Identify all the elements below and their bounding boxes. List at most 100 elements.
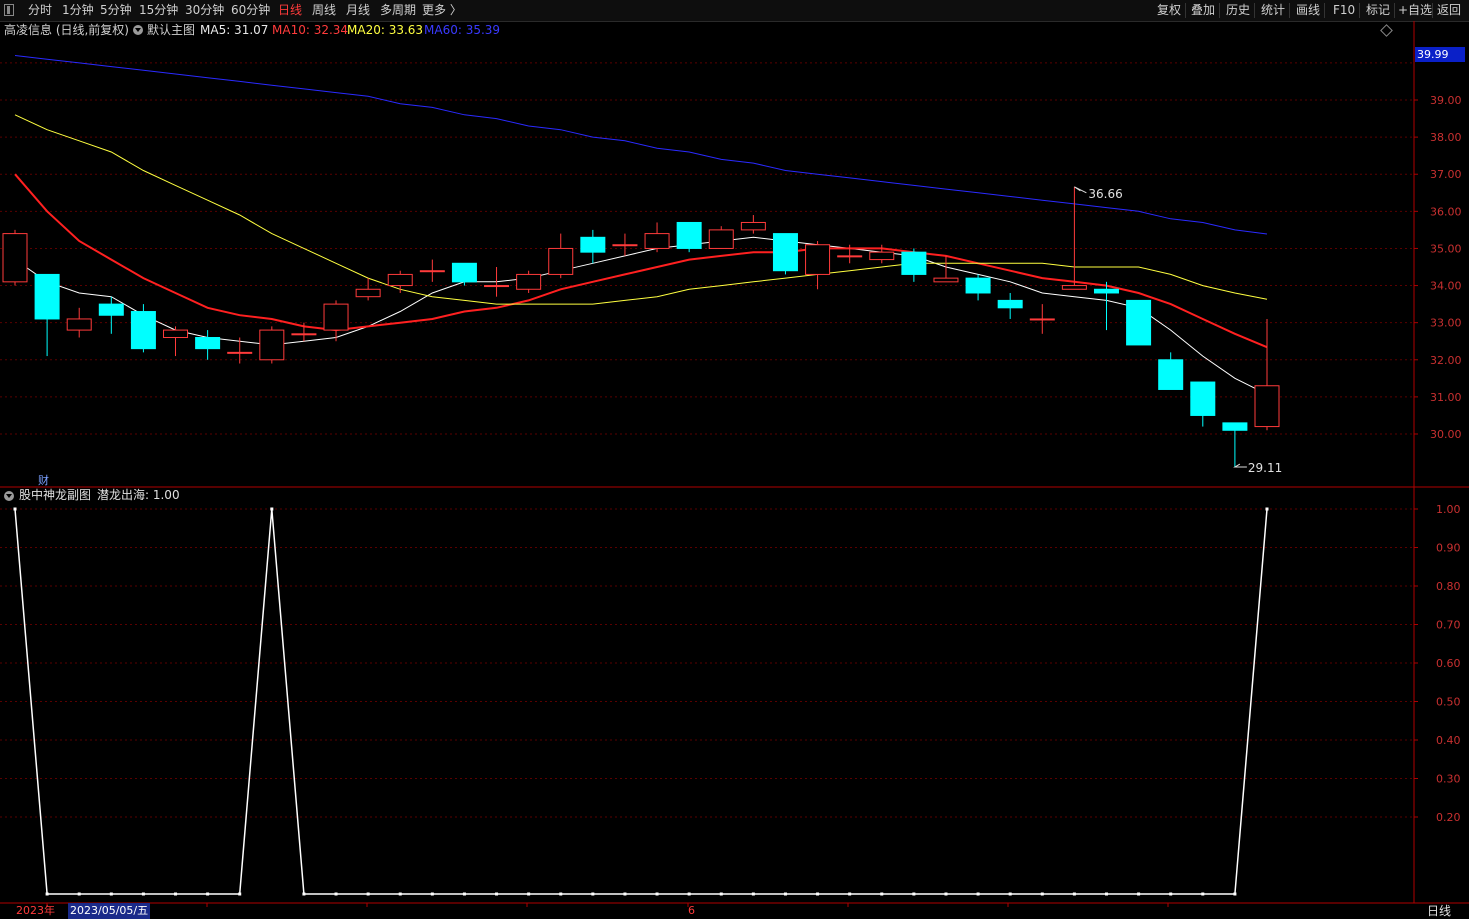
sub-indicator-value: 潜龙出海: 1.00 xyxy=(97,488,180,502)
qianlong-point xyxy=(334,892,338,896)
price-tick-label: 34.00 xyxy=(1430,280,1462,293)
candle-body-up xyxy=(2,233,28,283)
high-arrow xyxy=(1074,186,1087,194)
price-tick-label: 37.00 xyxy=(1430,168,1462,181)
candle-body-down xyxy=(1190,381,1216,416)
candle-body-down xyxy=(195,337,221,350)
candle-body-up xyxy=(259,329,285,361)
qianlong-point xyxy=(1137,892,1141,896)
candle-body-down xyxy=(997,299,1023,309)
candle-body-up xyxy=(66,318,92,331)
annotation-layer: 36.66 29.11 财 xyxy=(38,186,1282,487)
qianlong-point xyxy=(1169,892,1173,896)
candle-body-up xyxy=(548,247,574,275)
candle-body-up xyxy=(387,273,413,287)
qianlong-point xyxy=(527,892,531,896)
qianlong-point xyxy=(719,892,723,896)
month-label: 6 xyxy=(688,904,695,917)
sub-tick-label: 0.60 xyxy=(1436,657,1461,670)
qianlong-point xyxy=(238,892,242,896)
candle-body-up xyxy=(1061,285,1087,290)
candle-body-up xyxy=(323,303,349,331)
candle-body-up xyxy=(805,244,831,275)
qianlong-point xyxy=(751,892,755,896)
candle-body-down xyxy=(580,236,606,253)
time-axis: 2023年 2023/05/05/五 6 日线 xyxy=(0,903,1469,919)
candle-body-down xyxy=(1158,359,1184,390)
qianlong-point xyxy=(1265,507,1269,511)
candle-body-up xyxy=(516,273,542,290)
sub-tick-label: 0.30 xyxy=(1436,773,1461,786)
cursor-date-label: 2023/05/05/五 xyxy=(68,903,151,919)
price-tick-label: 35.00 xyxy=(1430,242,1462,255)
sub-tick-label: 1.00 xyxy=(1436,503,1461,516)
sub-tick-label: 0.40 xyxy=(1436,734,1461,747)
qianlong-point xyxy=(1201,892,1205,896)
year-label: 2023年 xyxy=(16,904,55,917)
qianlong-point xyxy=(398,892,402,896)
qianlong-point xyxy=(816,892,820,896)
qianlong-point xyxy=(1072,892,1076,896)
qianlong-point xyxy=(976,892,980,896)
qianlong-point xyxy=(687,892,691,896)
qianlong-point xyxy=(559,892,563,896)
candle-body-up xyxy=(933,277,959,283)
candle-body-up xyxy=(291,333,317,336)
candle-body-down xyxy=(1126,299,1152,346)
candle-body-up xyxy=(227,351,253,354)
qianlong-point xyxy=(77,892,81,896)
price-tick-label: 39.00 xyxy=(1430,94,1462,107)
candle-body-down xyxy=(965,277,991,294)
ma-line-ma10 xyxy=(14,173,1268,349)
candle-body-up xyxy=(837,255,863,258)
candle-body-down xyxy=(98,303,124,316)
qianlong-point xyxy=(1233,892,1237,896)
sub-tick-label: 0.50 xyxy=(1436,696,1461,709)
qianlong-point xyxy=(944,892,948,896)
candle-body-up xyxy=(869,251,895,261)
qianlong-point xyxy=(1040,892,1044,896)
period-label[interactable]: 日线 xyxy=(1427,903,1451,919)
price-tick-label: 31.00 xyxy=(1430,391,1462,404)
low-arrow xyxy=(1233,463,1247,468)
candle-body-up xyxy=(355,288,381,298)
qianlong-point xyxy=(783,892,787,896)
candle-body-up xyxy=(740,221,766,231)
price-tick-label: 38.00 xyxy=(1430,131,1462,144)
current-price-label: 39.99 xyxy=(1415,47,1465,62)
price-tick-label: 30.00 xyxy=(1430,428,1462,441)
qianlong-point xyxy=(45,892,49,896)
candle-body-down xyxy=(901,251,927,275)
qianlong-point xyxy=(1104,892,1108,896)
price-tick-label: 36.00 xyxy=(1430,205,1462,218)
low-price-label: 29.11 xyxy=(1248,461,1282,475)
qianlong-point xyxy=(302,892,306,896)
sub-chart-title[interactable]: 股中神龙副图 xyxy=(19,487,91,503)
finance-marker: 财 xyxy=(38,473,49,487)
candle-body-down xyxy=(34,273,60,320)
sub-tick-label: 0.70 xyxy=(1436,619,1461,632)
sub-tick-label: 0.80 xyxy=(1436,580,1461,593)
price-tick-label: 33.00 xyxy=(1430,317,1462,330)
qianlong-point xyxy=(109,892,113,896)
candle-body-up xyxy=(484,285,510,288)
qianlong-point xyxy=(174,892,178,896)
qianlong-point xyxy=(880,892,884,896)
qianlong-point xyxy=(270,507,274,511)
sub-tick-label: 0.90 xyxy=(1436,542,1461,555)
qianlong-point xyxy=(912,892,916,896)
sub-dropdown-icon[interactable] xyxy=(4,491,14,501)
ma-line-ma60 xyxy=(14,55,1268,235)
qianlong-point xyxy=(206,892,210,896)
candle-body-up xyxy=(1029,318,1055,321)
price-tick-label: 32.00 xyxy=(1430,354,1462,367)
ma-line-ma5 xyxy=(14,236,1268,395)
kline-chart[interactable]: 39.00 38.00 37.00 36.00 35.00 34.00 33.00 32.00… xyxy=(0,0,1469,919)
sub-tick-label: 0.20 xyxy=(1436,811,1461,824)
candle-body-up xyxy=(708,229,734,249)
candle-body-down xyxy=(1093,288,1119,294)
candle-body-up xyxy=(612,244,638,247)
qianlong-point xyxy=(655,892,659,896)
candle-body-down xyxy=(1222,422,1248,431)
qianlong-point xyxy=(1008,892,1012,896)
